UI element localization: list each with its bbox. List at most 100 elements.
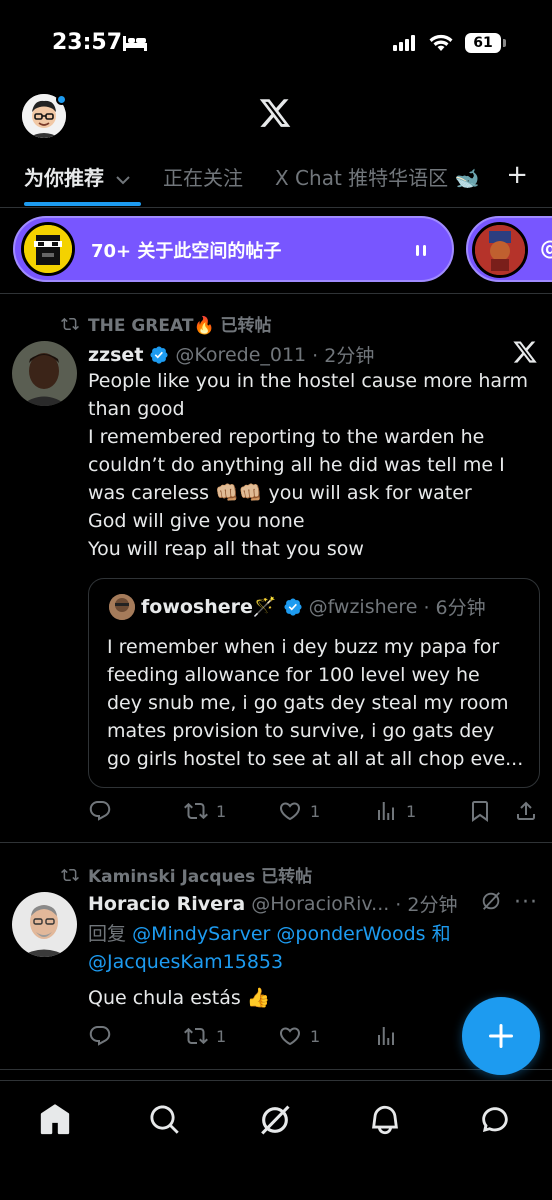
post-text-line: than good (88, 398, 185, 420)
tab-following[interactable]: 正在关注 (163, 162, 243, 191)
space-title-2: @ (540, 236, 552, 260)
reply-mention[interactable]: @JacquesKam15853 (88, 948, 540, 976)
home-icon[interactable] (38, 1103, 72, 1137)
bookmark-button[interactable] (468, 799, 492, 823)
battery-indicator: 61 (465, 33, 506, 53)
x-logo-icon (513, 341, 537, 363)
spaces-bar: 70+ 关于此空间的帖子 @ (0, 216, 552, 294)
wifi-icon (429, 34, 453, 51)
status-bar: 23:57 61 (0, 0, 552, 92)
quoted-text-line: feeding allowance for 100 level wey he (107, 664, 480, 686)
repost-button[interactable]: 1 (184, 1024, 226, 1048)
repost-icon (184, 1027, 208, 1045)
verified-badge-icon (284, 597, 302, 616)
repost-count: 1 (216, 801, 227, 821)
views-chart-icon (378, 802, 394, 820)
live-space-pill[interactable]: 70+ 关于此空间的帖子 (13, 216, 454, 282)
like-count: 1 (310, 1026, 321, 1046)
quoted-text-line: I remember when i dey buzz my papa for (107, 636, 500, 658)
views-chart-icon (378, 1027, 394, 1045)
author-avatar[interactable] (12, 341, 77, 406)
live-space-pill-2[interactable]: @ (466, 216, 552, 282)
repost-by-label: THE GREAT🔥 已转帖 (88, 316, 272, 336)
author-name[interactable]: Horacio Rivera (88, 893, 245, 915)
like-count: 1 (310, 801, 321, 821)
audio-bars-icon (416, 245, 426, 256)
repost-icon (61, 317, 79, 330)
tab-x-chat-community[interactable]: X Chat 推特华语区 🐋 (275, 162, 479, 191)
grok-icon[interactable] (480, 890, 502, 912)
repost-by-label: Kaminski Jacques 已转帖 (88, 867, 313, 887)
post-text-line: was careless 👊🏼👊🏼 you will ask for water (88, 482, 472, 504)
cellular-signal-icon (393, 35, 415, 51)
reply-button[interactable] (88, 1024, 120, 1048)
share-button[interactable] (514, 799, 538, 823)
quoted-text-line: go girls hostel to see at all at all cho… (107, 748, 524, 770)
add-tab-button[interactable]: + (506, 160, 528, 190)
post-text-line: couldn’t do anything all he did was tell… (88, 454, 505, 476)
reply-mentions[interactable]: @MindySarver @ponderWoods 和 (132, 923, 451, 945)
post-text-line: God will give you none (88, 510, 305, 532)
post-card[interactable]: THE GREAT🔥 已转帖 zzset @Korede_011 · 2分钟 P… (0, 295, 552, 843)
quoted-post[interactable]: fowoshere🪄 @fwzishere · 6分钟 I remember w… (88, 578, 540, 788)
compose-post-button[interactable] (462, 997, 540, 1075)
author-handle[interactable]: @HoracioRiv... (251, 893, 389, 915)
author-name[interactable]: zzset (88, 344, 143, 366)
space-title: 70+ 关于此空间的帖子 (91, 241, 282, 262)
like-button[interactable]: 1 (278, 1024, 320, 1048)
verified-badge-icon (150, 345, 168, 364)
post-header: zzset @Korede_011 · 2分钟 (88, 341, 374, 368)
author-avatar[interactable] (12, 892, 77, 957)
plus-icon (489, 1024, 513, 1048)
notification-dot (56, 94, 67, 105)
tab-for-you[interactable]: 为你推荐 (24, 162, 131, 191)
post-text-line: I remembered reporting to the warden he (88, 426, 485, 448)
repost-icon (184, 802, 208, 820)
reply-to-line: 回复 @MindySarver @ponderWoods 和 (88, 920, 540, 948)
post-text-line: You will reap all that you sow (88, 538, 364, 560)
timeline-tabs: 为你推荐 正在关注 X Chat 推特华语区 🐋 + (0, 152, 552, 208)
grok-icon[interactable] (258, 1103, 292, 1137)
x-logo-icon[interactable] (258, 96, 292, 130)
search-icon[interactable] (148, 1103, 182, 1137)
repost-count: 1 (216, 1026, 227, 1046)
repost-indicator: THE GREAT🔥 已转帖 (60, 311, 272, 336)
share-icon (517, 801, 535, 820)
heart-icon (279, 802, 301, 821)
views-button[interactable] (374, 1024, 406, 1048)
post-text: 回复 @MindySarver @ponderWoods 和 @JacquesK… (88, 920, 540, 1012)
more-options-button[interactable]: ··· (514, 890, 538, 915)
repost-button[interactable]: 1 (184, 799, 226, 823)
post-time: · 2分钟 (312, 345, 375, 367)
quoted-author-handle: @fwzishere (308, 595, 418, 618)
sleep-focus-icon (123, 36, 147, 51)
reply-button[interactable] (88, 799, 120, 823)
space-host-avatar (21, 222, 75, 276)
status-time: 23:57 (52, 30, 123, 55)
views-button[interactable]: 1 (374, 799, 416, 823)
quoted-post-text: I remember when i dey buzz my papa for f… (107, 633, 527, 773)
quoted-text-line: dey snub me, i go gats dey steal my room (107, 692, 509, 714)
reply-icon (89, 1026, 111, 1046)
bookmark-icon (472, 801, 488, 822)
battery-level: 61 (465, 33, 501, 53)
quoted-post-header: fowoshere🪄 @fwzishere · 6分钟 (109, 593, 486, 620)
space-host-avatar-2 (472, 222, 528, 278)
active-tab-indicator (24, 202, 141, 206)
notifications-bell-icon[interactable] (368, 1103, 402, 1137)
post-header: Horacio Rivera @HoracioRiv... · 2分钟 (88, 890, 457, 917)
quoted-post-time: · 6分钟 (423, 597, 486, 619)
post-time: · 2分钟 (395, 894, 458, 916)
quoted-author-name: fowoshere🪄 (141, 596, 277, 618)
views-count: 1 (406, 801, 417, 821)
repost-icon (61, 868, 79, 881)
like-button[interactable]: 1 (278, 799, 320, 823)
author-handle[interactable]: @Korede_011 (175, 344, 306, 366)
chevron-down-icon (116, 175, 130, 184)
heart-icon (279, 1027, 301, 1046)
tab-for-you-label: 为你推荐 (24, 166, 104, 190)
messages-icon[interactable] (478, 1103, 512, 1137)
reply-prefix: 回复 (88, 923, 127, 945)
post-text: People like you in the hostel cause more… (88, 367, 540, 563)
quoted-text-line: mates provision to survive, i go gats de… (107, 720, 495, 742)
